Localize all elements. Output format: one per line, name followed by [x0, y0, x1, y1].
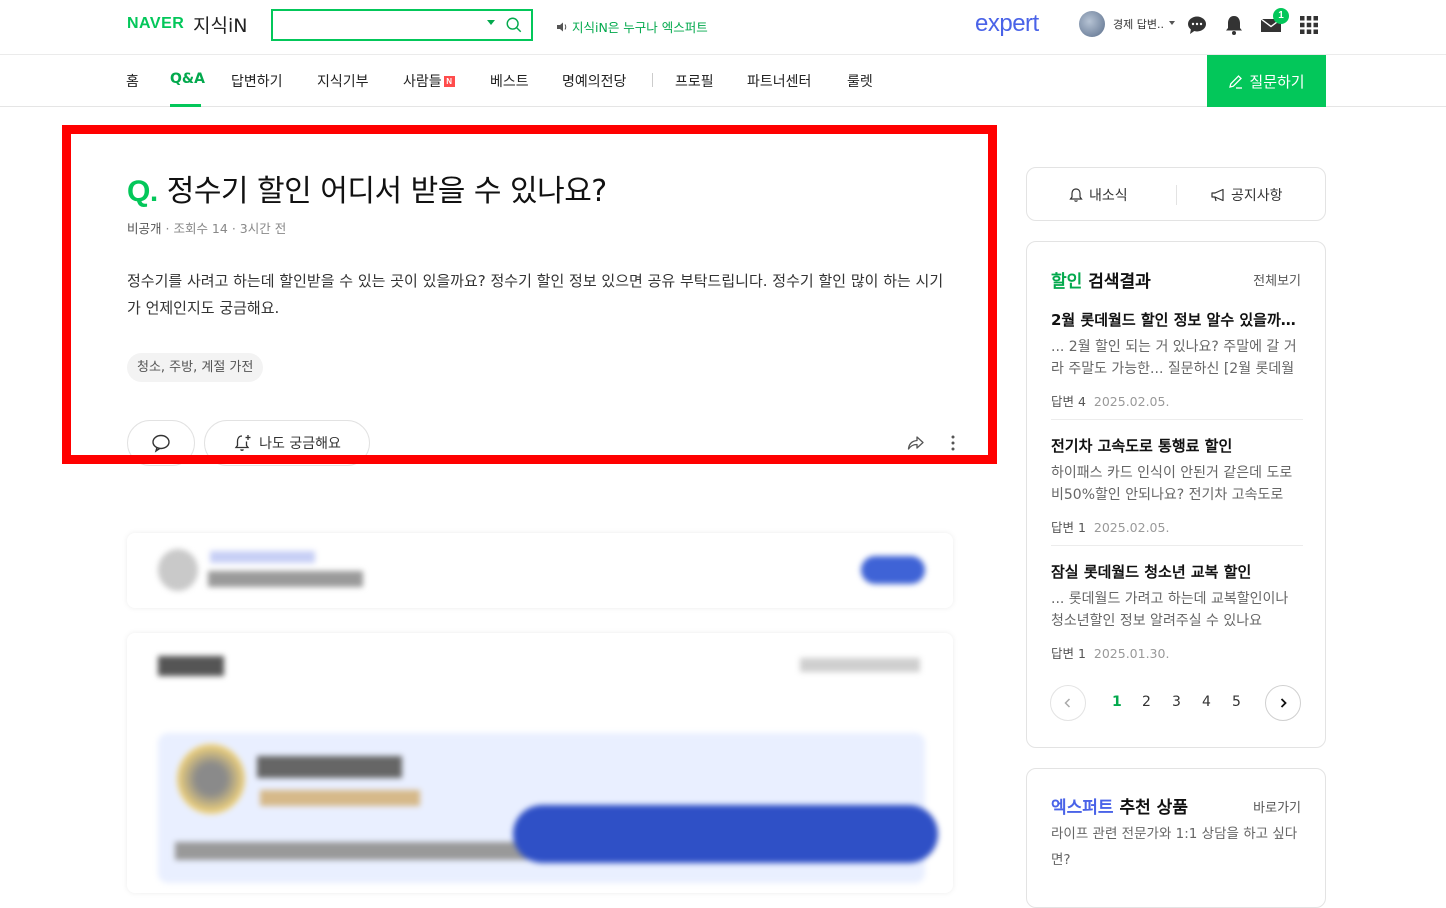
promo-text: 지식iN은 누구나 엑스퍼트 [572, 20, 708, 35]
blurred-button [861, 556, 925, 584]
nav-partner-center[interactable]: 파트너센터 [747, 71, 811, 91]
item-snippet: ... 2월 할인 되는 거 있나요? 주말에 갈 거라 주말도 가능한... … [1051, 339, 1297, 377]
item-title: 전기차 고속도로 통행료 할인 [1051, 437, 1233, 455]
item-title: 잠실 롯데월드 청소년 교복 할인 [1051, 563, 1252, 581]
blurred-avatar [158, 549, 198, 591]
search-icon[interactable] [505, 16, 523, 34]
expert-recommend-card: 엑스퍼트 추천 상품 바로가기 라이프 관련 전문가와 1:1 상담을 하고 싶… [1026, 768, 1326, 908]
item-meta: 답변 1 2025.01.30. [1051, 643, 1303, 662]
nav-people-label: 사람들 [403, 74, 442, 90]
list-item[interactable]: 잠실 롯데월드 청소년 교복 할인 ... 롯데월드 가려고 하는데 교복할인이… [1051, 561, 1303, 662]
ask-question-button[interactable]: 질문하기 [1207, 55, 1326, 107]
my-news-link[interactable]: 내소식 [1068, 185, 1128, 205]
item-date: 2025.01.30. [1093, 646, 1170, 661]
apps-grid-icon[interactable] [1298, 14, 1320, 36]
pencil-icon [1229, 74, 1243, 89]
blurred-text [175, 842, 530, 860]
chevron-left-icon [1064, 698, 1071, 708]
news-notice-box: 내소식 공지사항 [1026, 167, 1326, 221]
next-page-button[interactable] [1265, 685, 1301, 721]
expert-card-desc: 라이프 관련 전문가와 1:1 상담을 하고 싶다면? [1051, 826, 1298, 868]
divider [1051, 545, 1303, 546]
nav-divider [652, 73, 653, 87]
item-snippet: ... 롯데월드 가려고 하는데 교복할인이나 청소년할인 정보 알려주실 수 … [1051, 591, 1289, 629]
search-input[interactable] [279, 15, 475, 35]
new-badge: N [443, 76, 455, 87]
bell-icon [1069, 188, 1083, 202]
nav-profile[interactable]: 프로필 [675, 71, 714, 91]
item-snippet: 하이패스 카드 인식이 안된거 같은데 도로비50%할인 안되나요? 전기차 고… [1051, 465, 1293, 503]
prev-page-button[interactable] [1050, 685, 1086, 721]
main-nav: 홈 Q&A 답변하기 지식기부 사람들 N 베스트 명예의전당 프로필 파트너센터… [0, 55, 1446, 107]
blurred-cta-button [513, 805, 938, 863]
answer-count: 답변 1 [1051, 520, 1086, 535]
expert-logo[interactable]: expert [975, 10, 1039, 38]
notice-link[interactable]: 공지사항 [1210, 185, 1283, 205]
blurred-heading [158, 656, 224, 676]
item-date: 2025.02.05. [1093, 394, 1170, 409]
item-date: 2025.02.05. [1093, 520, 1170, 535]
blurred-text [210, 551, 315, 563]
mail-count-badge: 1 [1273, 8, 1289, 24]
bell-icon[interactable] [1223, 14, 1245, 36]
item-meta: 답변 4 2025.02.05. [1051, 391, 1303, 410]
nav-roulette[interactable]: 룰렛 [847, 71, 873, 91]
question-highlight-box [62, 125, 997, 464]
expert-keyword: 엑스퍼트 [1051, 798, 1114, 818]
blurred-avatar [177, 744, 245, 814]
search-keyword: 할인 [1051, 272, 1083, 292]
page-number[interactable]: 1 [1112, 694, 1122, 710]
answer-count: 답변 1 [1051, 646, 1086, 661]
related-search-card: 할인 검색결과 전체보기 2월 롯데월드 할인 정보 알수 있을까요? ... … [1026, 241, 1326, 748]
divider [1051, 419, 1303, 420]
nav-home[interactable]: 홈 [126, 71, 139, 91]
blurred-sort [800, 658, 920, 672]
divider [1176, 185, 1177, 205]
nav-hall-of-fame[interactable]: 명예의전당 [562, 71, 626, 91]
chevron-right-icon [1280, 698, 1287, 708]
nav-best[interactable]: 베스트 [490, 71, 529, 91]
page-number[interactable]: 2 [1142, 694, 1151, 710]
top-header: NAVER 지식iN 지식iN은 누구나 엑스퍼트 expert 경제 답변..… [0, 0, 1446, 55]
page-number[interactable]: 5 [1232, 694, 1241, 710]
user-avatar[interactable] [1079, 11, 1105, 37]
nav-qna[interactable]: Q&A [170, 71, 205, 87]
notice-label: 공지사항 [1231, 188, 1283, 204]
expert-promo-link[interactable]: 지식iN은 누구나 엑스퍼트 [556, 17, 708, 36]
blurred-text [208, 571, 363, 587]
answer-count: 답변 4 [1051, 394, 1086, 409]
nav-donate[interactable]: 지식기부 [317, 71, 369, 91]
search-dropdown-icon[interactable] [487, 20, 495, 25]
list-item[interactable]: 2월 롯데월드 할인 정보 알수 있을까요? ... 2월 할인 되는 거 있나… [1051, 309, 1303, 410]
kin-logo[interactable]: 지식iN [193, 11, 247, 38]
search-box [271, 9, 533, 41]
my-news-label: 내소식 [1089, 188, 1128, 204]
search-result-title: 할인 검색결과 [1051, 267, 1151, 292]
megaphone-icon [1211, 188, 1224, 202]
page-number[interactable]: 4 [1202, 694, 1211, 710]
speaker-icon [557, 22, 567, 31]
view-all-link[interactable]: 전체보기 [1253, 270, 1301, 289]
list-item[interactable]: 전기차 고속도로 통행료 할인 하이패스 카드 인식이 안된거 같은데 도로비5… [1051, 435, 1303, 536]
chevron-down-icon[interactable] [1169, 21, 1175, 25]
nav-answer[interactable]: 답변하기 [231, 71, 283, 91]
blurred-tags [260, 790, 420, 806]
page-number[interactable]: 3 [1172, 694, 1181, 710]
nav-people[interactable]: 사람들 N [403, 71, 455, 91]
item-title: 2월 롯데월드 할인 정보 알수 있을까요? [1051, 311, 1303, 329]
go-to-link[interactable]: 바로가기 [1253, 797, 1301, 816]
blurred-text [257, 756, 402, 778]
nav-active-indicator [170, 104, 201, 107]
expert-card-title: 엑스퍼트 추천 상품 [1051, 793, 1188, 818]
item-meta: 답변 1 2025.02.05. [1051, 517, 1303, 536]
naver-logo[interactable]: NAVER [127, 15, 184, 33]
chat-icon[interactable] [1186, 14, 1208, 36]
search-result-suffix: 검색결과 [1082, 272, 1151, 292]
ask-question-label: 질문하기 [1249, 73, 1305, 91]
expert-title-suffix: 추천 상품 [1113, 798, 1188, 818]
user-name[interactable]: 경제 답변.. [1113, 16, 1164, 32]
